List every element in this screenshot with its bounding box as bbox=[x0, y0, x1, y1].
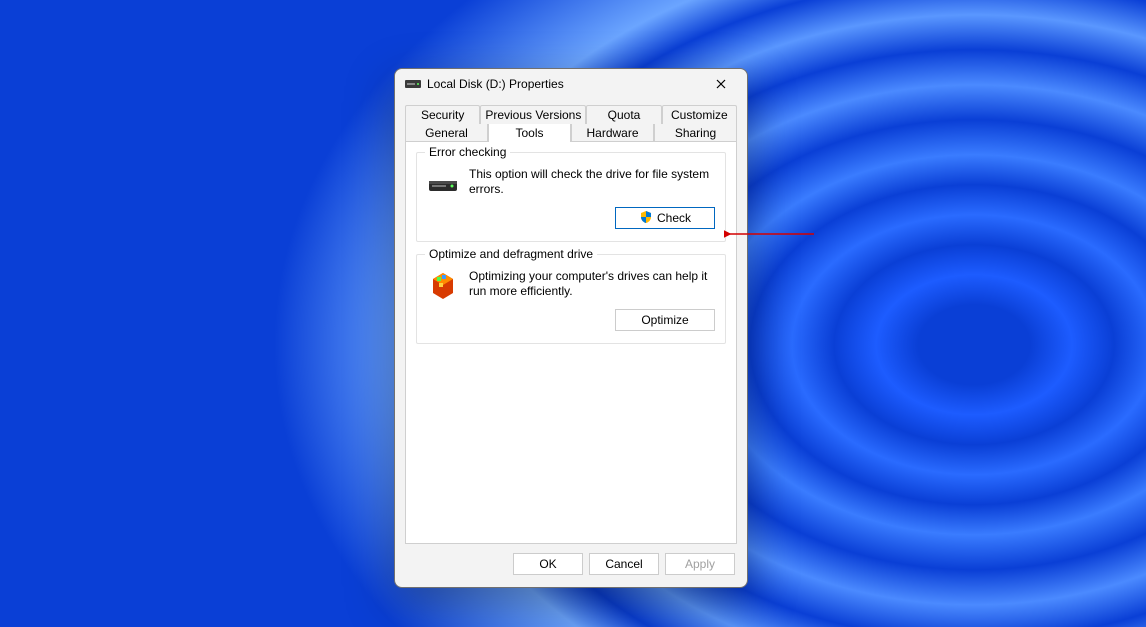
tabs: Security Previous Versions Quota Customi… bbox=[395, 99, 747, 142]
optimize-description: Optimizing your computer's drives can he… bbox=[469, 269, 715, 299]
ok-button[interactable]: OK bbox=[513, 553, 583, 575]
optimize-group: Optimize and defragment drive Optimizing… bbox=[416, 254, 726, 344]
optimize-button[interactable]: Optimize bbox=[615, 309, 715, 331]
titlebar[interactable]: Local Disk (D:) Properties bbox=[395, 69, 747, 99]
tab-security[interactable]: Security bbox=[405, 105, 480, 124]
tab-customize[interactable]: Customize bbox=[662, 105, 737, 124]
window-title: Local Disk (D:) Properties bbox=[427, 77, 701, 91]
close-icon bbox=[716, 79, 726, 89]
cancel-button[interactable]: Cancel bbox=[589, 553, 659, 575]
drive-check-icon bbox=[427, 167, 459, 199]
tab-hardware[interactable]: Hardware bbox=[571, 124, 654, 142]
check-button[interactable]: Check bbox=[615, 207, 715, 229]
error-checking-legend: Error checking bbox=[425, 145, 510, 159]
tab-previous-versions[interactable]: Previous Versions bbox=[480, 105, 586, 124]
tab-sharing[interactable]: Sharing bbox=[654, 124, 737, 142]
drive-icon bbox=[405, 80, 421, 88]
properties-dialog: Local Disk (D:) Properties Security Prev… bbox=[394, 68, 748, 588]
tab-tools[interactable]: Tools bbox=[488, 124, 571, 142]
close-button[interactable] bbox=[701, 70, 741, 98]
shield-icon bbox=[639, 210, 653, 227]
check-button-label: Check bbox=[657, 211, 691, 225]
error-checking-group: Error checking This option will check th… bbox=[416, 152, 726, 242]
optimize-legend: Optimize and defragment drive bbox=[425, 247, 597, 261]
defrag-icon bbox=[427, 269, 459, 301]
tab-quota[interactable]: Quota bbox=[586, 105, 661, 124]
apply-button[interactable]: Apply bbox=[665, 553, 735, 575]
optimize-button-label: Optimize bbox=[641, 313, 688, 327]
tab-content: Error checking This option will check th… bbox=[405, 141, 737, 544]
dialog-buttons: OK Cancel Apply bbox=[395, 553, 747, 587]
error-checking-description: This option will check the drive for fil… bbox=[469, 167, 715, 197]
tab-general[interactable]: General bbox=[405, 124, 488, 142]
